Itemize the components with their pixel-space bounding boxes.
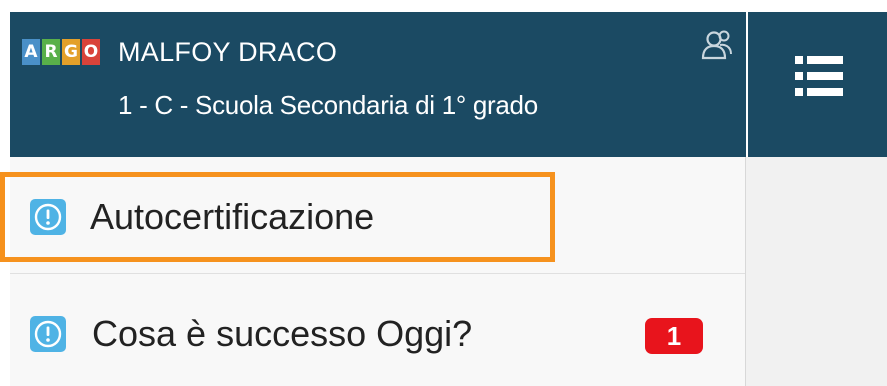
logo-letter: R [42,39,60,65]
info-icon [30,199,66,235]
logo-letter: A [22,39,40,65]
hamburger-list-icon[interactable] [793,52,845,100]
menu-item-label: Cosa è successo Oggi? [92,313,473,354]
argo-logo: A R G O [22,39,100,65]
logo-letter: O [82,39,100,65]
user-class: 1 - C - Scuola Secondaria di 1° grado [118,90,538,120]
menu-item-label: Autocertificazione [90,196,375,237]
top-toolbar [748,12,887,157]
main-content-area [746,157,887,386]
user-name: MALFOY DRACO [118,37,338,67]
sidebar-header: A R G O MALFOY DRACO 1 - C - Scuola Seco… [10,12,746,157]
notification-badge: 1 [645,318,703,354]
user-switch-icon[interactable] [700,28,734,62]
logo-letter: G [62,39,80,65]
info-icon [30,316,66,352]
app-frame: A R G O MALFOY DRACO 1 - C - Scuola Seco… [0,0,887,386]
